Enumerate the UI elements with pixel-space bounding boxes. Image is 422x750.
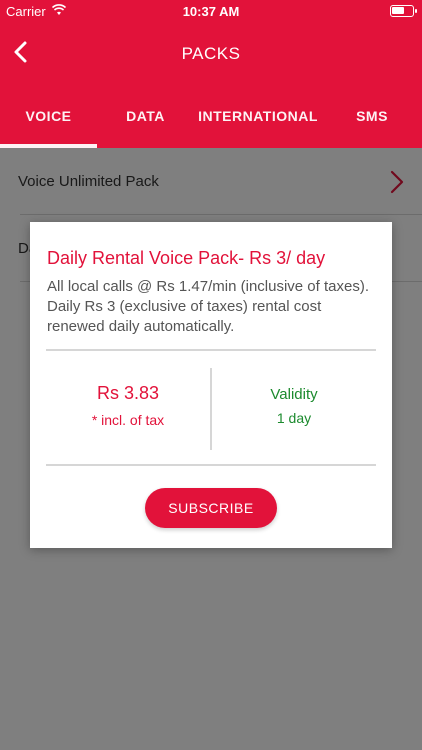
validity-value: 1 day xyxy=(276,410,312,426)
tab-international[interactable]: INTERNATIONAL xyxy=(194,84,322,148)
tab-voice[interactable]: VOICE xyxy=(0,84,97,148)
price-note: * incl. of tax xyxy=(91,412,165,428)
divider xyxy=(46,349,376,351)
status-bar: Carrier 10:37 AM xyxy=(0,0,422,22)
divider xyxy=(46,464,376,466)
tab-sms[interactable]: SMS xyxy=(322,84,422,148)
app-header: Carrier 10:37 AM PACKS xyxy=(0,0,422,84)
pack-price: Rs 3.83 xyxy=(96,383,160,403)
validity-label: Validity xyxy=(270,386,318,403)
page-title: PACKS xyxy=(181,44,241,63)
tab-data[interactable]: DATA xyxy=(97,84,194,148)
status-time: 10:37 AM xyxy=(182,4,240,19)
dialog-title: Daily Rental Voice Pack- Rs 3/ day xyxy=(47,248,326,268)
subscribe-button[interactable]: SUBSCRIBE xyxy=(145,488,277,528)
dialog-description: All local calls @ Rs 1.47/min (inclusive… xyxy=(47,278,370,335)
battery-icon xyxy=(390,5,417,17)
tab-bar: VOICE DATA INTERNATIONAL SMS xyxy=(0,84,422,148)
pack-detail-dialog: Daily Rental Voice Pack- Rs 3/ day All l… xyxy=(30,222,392,548)
vertical-divider xyxy=(210,368,212,450)
